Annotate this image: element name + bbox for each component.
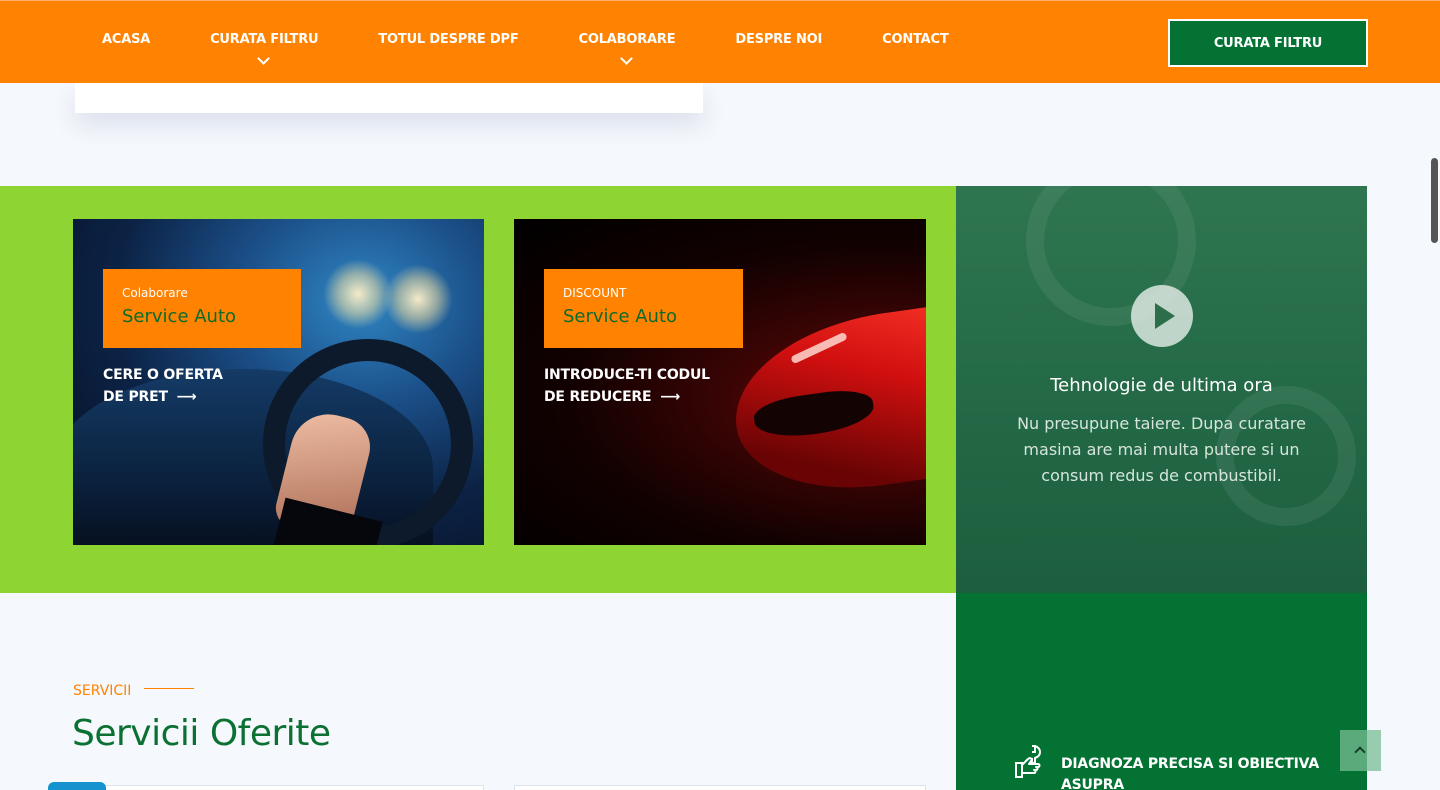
chevron-up-icon <box>1354 746 1366 758</box>
nav-item-colaborare[interactable]: COLABORARE <box>578 32 676 65</box>
top-navigation-bar: ACASA CURATA FILTRU TOTUL DESPRE DPF COL… <box>0 0 1440 83</box>
content-card <box>75 83 703 113</box>
service-card[interactable] <box>514 785 926 790</box>
features-column: DIAGNOZA PRECISA SI OBIECTIVA ASUPRA <box>956 593 1367 790</box>
video-description: Nu presupune taiere. Dupa curatare masin… <box>1017 414 1306 485</box>
nav-item-acasa[interactable]: ACASA <box>102 32 150 47</box>
services-kicker: SERVICII <box>73 683 132 699</box>
promo-badge: Colaborare Service Auto <box>103 269 301 348</box>
wrench-hand-icon <box>1015 745 1042 778</box>
link-line: DE PRET <box>103 389 168 405</box>
curata-filtru-button[interactable]: CURATA FILTRU <box>1168 19 1368 67</box>
chevron-down-icon <box>257 52 271 65</box>
scrollbar-thumb[interactable] <box>1431 158 1438 243</box>
promo-badge: DISCOUNT Service Auto <box>544 269 743 348</box>
nav-item-totul-despre-dpf[interactable]: TOTUL DESPRE DPF <box>378 32 518 47</box>
video-title: Tehnologie de ultima ora <box>1050 375 1273 396</box>
services-title: Servicii Oferite <box>72 713 331 754</box>
nav-label: DESPRE NOI <box>735 32 823 47</box>
promo-card-discount[interactable]: DISCOUNT Service Auto INTRODUCE-TI CODUL… <box>514 219 926 545</box>
link-line: DE REDUCERE <box>544 389 652 405</box>
chevron-down-icon <box>620 52 633 65</box>
link-line: CERE O OFERTA <box>103 367 223 383</box>
nav-label: CURATA FILTRU <box>210 32 319 47</box>
badge-title: Service Auto <box>563 306 678 327</box>
link-line: INTRODUCE-TI CODUL <box>544 367 710 383</box>
headlight-glow <box>383 264 453 334</box>
main-nav: ACASA CURATA FILTRU TOTUL DESPRE DPF COL… <box>102 32 1009 65</box>
service-card[interactable] <box>73 785 484 790</box>
arrow-right-icon: ⟶ <box>660 389 680 405</box>
kicker-divider <box>144 688 194 689</box>
cod-reducere-link[interactable]: INTRODUCE-TI CODUL DE REDUCERE ⟶ <box>544 364 784 408</box>
badge-subtitle: DISCOUNT <box>563 286 627 300</box>
nav-label: CONTACT <box>882 32 949 47</box>
nav-label: ACASA <box>102 32 151 47</box>
badge-subtitle: Colaborare <box>122 286 188 300</box>
back-to-top-button[interactable] <box>1340 730 1381 771</box>
nav-item-despre-noi[interactable]: DESPRE NOI <box>735 32 822 47</box>
feature-diagnoza: DIAGNOZA PRECISA SI OBIECTIVA ASUPRA <box>1061 756 1319 790</box>
play-icon[interactable] <box>1131 285 1193 347</box>
arrow-right-icon: ⟶ <box>176 389 197 405</box>
badge-title: Service Auto <box>122 306 237 327</box>
nav-item-contact[interactable]: CONTACT <box>882 32 949 47</box>
nav-label: TOTUL DESPRE DPF <box>378 32 519 47</box>
promo-card-oferta[interactable]: Colaborare Service Auto CERE O OFERTA DE… <box>73 219 484 545</box>
chat-widget-tab[interactable] <box>48 782 106 790</box>
nav-item-curata-filtru[interactable]: CURATA FILTRU <box>210 32 319 65</box>
cere-oferta-link[interactable]: CERE O OFERTA DE PRET ⟶ <box>103 364 343 408</box>
video-panel: Tehnologie de ultima ora Nu presupune ta… <box>956 186 1367 593</box>
nav-label: COLABORARE <box>578 32 676 47</box>
